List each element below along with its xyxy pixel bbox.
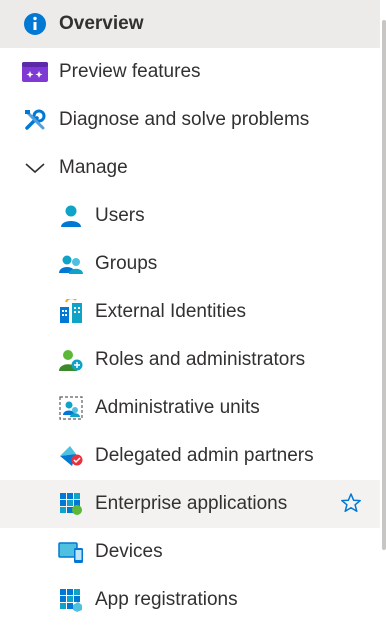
devices-icon [58,539,84,565]
nav-item-label: Enterprise applications [95,493,288,514]
user-icon [58,203,84,229]
nav-item-users[interactable]: Users [0,192,380,240]
nav-item-groups[interactable]: Groups [0,240,380,288]
star-icon[interactable] [340,492,362,514]
nav-item-devices[interactable]: Devices [0,528,380,576]
chevron-down-icon [22,155,48,181]
nav-item-external-identities[interactable]: External Identities [0,288,380,336]
nav-item-label: Diagnose and solve problems [59,109,310,130]
nav-item-label: Users [95,205,145,226]
nav-item-preview-features[interactable]: Preview features [0,48,380,96]
preview-features-icon [22,59,48,85]
nav-item-app-registrations[interactable]: App registrations [0,576,380,624]
wrench-screwdriver-icon [22,107,48,133]
nav-item-label: Overview [59,13,144,34]
nav-item-administrative-units[interactable]: Administrative units [0,384,380,432]
nav-group-manage[interactable]: Manage [0,144,380,192]
nav-item-overview[interactable]: Overview [0,0,380,48]
nav-item-label: App registrations [95,589,238,610]
administrative-units-icon [58,395,84,421]
nav-item-label: Delegated admin partners [95,445,314,466]
nav-item-label: Preview features [59,61,201,82]
vertical-scrollbar[interactable] [382,20,386,550]
roles-icon [58,347,84,373]
nav-item-label: Administrative units [95,397,260,418]
enterprise-apps-icon [58,491,84,517]
app-registrations-icon [58,587,84,613]
nav-item-label: Manage [59,157,128,178]
nav-item-label: Roles and administrators [95,349,306,370]
external-identities-icon [58,299,84,325]
nav-item-diagnose-and-solve[interactable]: Diagnose and solve problems [0,96,380,144]
nav-item-delegated-admin-partners[interactable]: Delegated admin partners [0,432,380,480]
nav-item-roles-and-administrators[interactable]: Roles and administrators [0,336,380,384]
nav-item-label: Groups [95,253,158,274]
nav-item-enterprise-applications[interactable]: Enterprise applications [0,480,380,528]
group-icon [58,251,84,277]
nav-item-label: Devices [95,541,163,562]
delegated-admin-icon [58,443,84,469]
nav-item-label: External Identities [95,301,247,322]
info-icon [22,11,48,37]
left-navigation-menu: Overview Preview features Diagnose and s… [0,0,380,624]
